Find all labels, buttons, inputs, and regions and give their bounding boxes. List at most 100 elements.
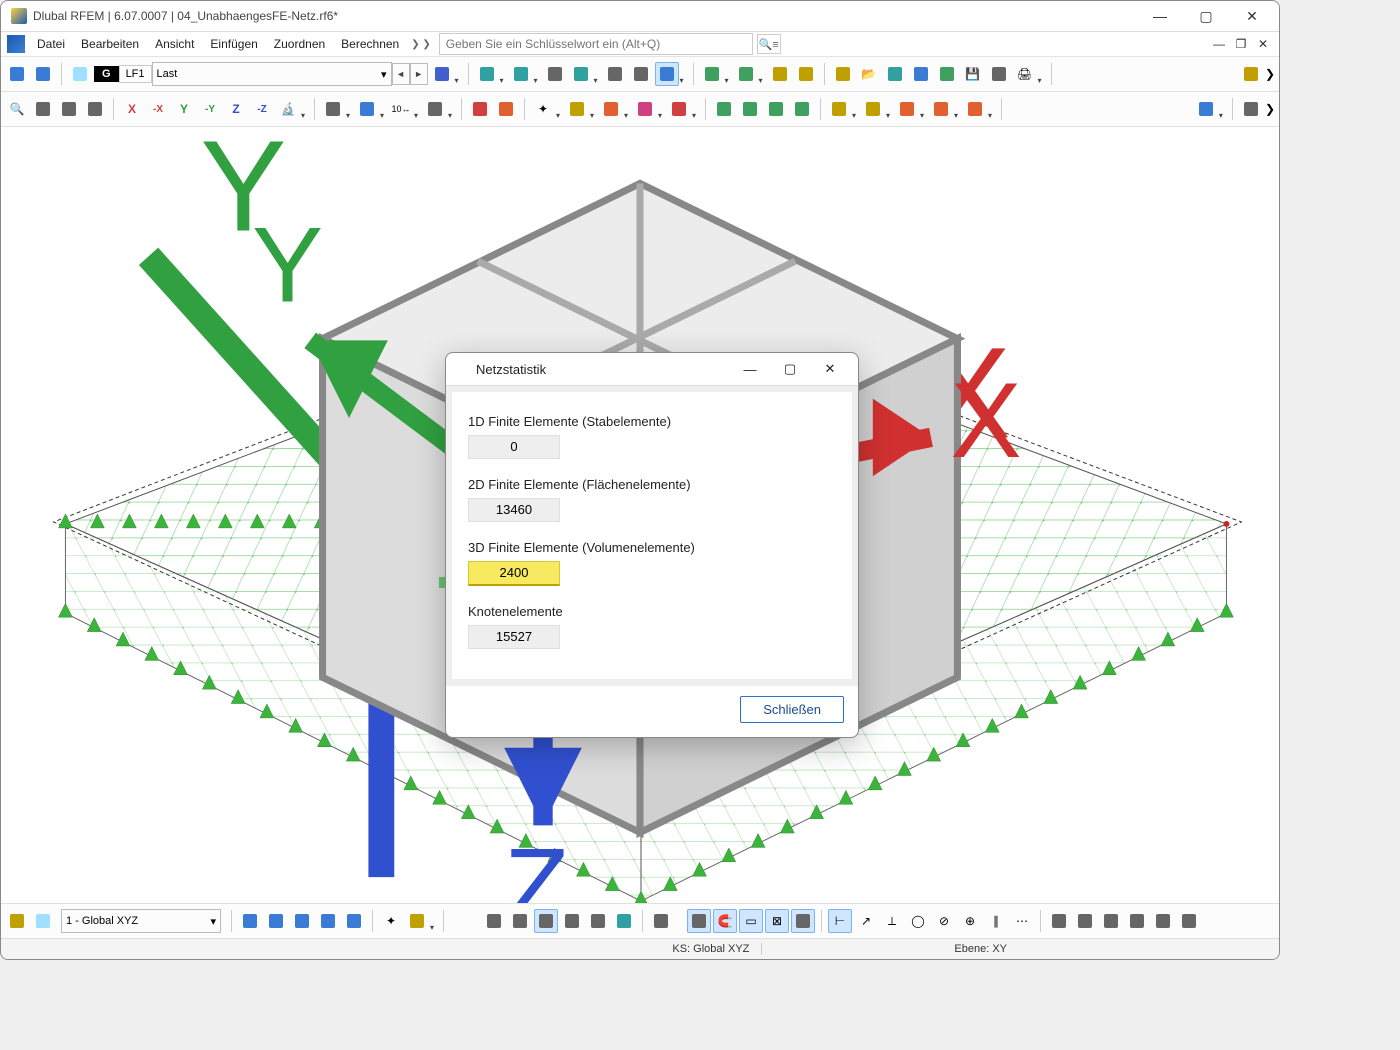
tb-spark5-icon[interactable] xyxy=(667,97,691,121)
bt-guide1-icon[interactable] xyxy=(1047,909,1071,933)
bt-guide6-icon[interactable] xyxy=(1177,909,1201,933)
tb-layers-icon[interactable] xyxy=(768,62,792,86)
tb-render-mode-icon[interactable] xyxy=(655,62,679,86)
search-input[interactable] xyxy=(439,33,753,55)
tb-copy2-icon[interactable] xyxy=(861,97,885,121)
tb-results-smooth-icon[interactable] xyxy=(569,62,593,86)
loadcase-combo[interactable]: Last▾ xyxy=(152,62,392,86)
tb-cloud-icon[interactable] xyxy=(883,62,907,86)
tb-axis-z-icon[interactable]: Z xyxy=(224,97,248,121)
tb-filter-icon[interactable] xyxy=(1194,97,1218,121)
menu-overflow-icon[interactable]: ❯ ❯ xyxy=(407,39,435,50)
coordinate-system-combo[interactable]: 1 - Global XYZ▾ xyxy=(61,909,221,933)
bt-snap-ext-icon[interactable]: ⋯ xyxy=(1010,909,1034,933)
tb-sup4-icon[interactable] xyxy=(790,97,814,121)
tb-box-icon[interactable] xyxy=(629,62,653,86)
maximize-button[interactable]: ▢ xyxy=(1183,1,1229,31)
tb-open-icon[interactable]: 📂 xyxy=(857,62,881,86)
bt-snap-para-icon[interactable]: ∥ xyxy=(984,909,1008,933)
tb-axis-nz-icon[interactable]: -Z xyxy=(250,97,274,121)
tb-copy4-icon[interactable] xyxy=(929,97,953,121)
tb-view-shade-icon[interactable] xyxy=(734,62,758,86)
close-button[interactable]: ✕ xyxy=(1229,1,1275,31)
app-menu-icon[interactable] xyxy=(7,35,25,53)
bt-snap-angle-icon[interactable] xyxy=(649,909,673,933)
toolbar-overflow-icon[interactable]: ❯ xyxy=(1265,102,1275,116)
tb-mesh-red-icon[interactable] xyxy=(468,97,492,121)
tb-results-xx-icon[interactable] xyxy=(509,62,533,86)
mdi-close-button[interactable]: ✕ xyxy=(1255,37,1271,51)
menu-edit[interactable]: Bearbeiten xyxy=(73,34,147,54)
tb-sup3-icon[interactable] xyxy=(764,97,788,121)
bt-snap-rect-icon[interactable]: ▭ xyxy=(739,909,763,933)
bt-guide5-icon[interactable] xyxy=(1151,909,1175,933)
viewport-3d[interactable]: X Y Z -Y -X X Y Z Netzstatistik — ▢ xyxy=(1,127,1279,903)
loadcase-id[interactable]: LF1 xyxy=(119,65,152,83)
toolbar-overflow-icon[interactable]: ❯ xyxy=(1265,67,1275,81)
loadcase-prev-button[interactable]: ◄ xyxy=(392,63,410,85)
tb-member-load-icon[interactable] xyxy=(31,62,55,86)
menu-assign[interactable]: Zuordnen xyxy=(266,34,333,54)
tb-nodal-load-icon[interactable] xyxy=(5,62,29,86)
bt-snap-mid-icon[interactable]: ↗ xyxy=(854,909,878,933)
bt-snap-int-icon[interactable]: ⊕ xyxy=(958,909,982,933)
bt-e-icon[interactable] xyxy=(342,909,366,933)
bt-grid2-icon[interactable] xyxy=(508,909,532,933)
tb-dim-icon[interactable]: 10↔ xyxy=(389,97,413,121)
tb-view-eye-icon[interactable] xyxy=(700,62,724,86)
tb-new-icon[interactable] xyxy=(831,62,855,86)
tb-zoom-icon[interactable]: 🔍 xyxy=(5,97,29,121)
tb-spark3-icon[interactable] xyxy=(599,97,623,121)
tb-select-arrow-icon[interactable] xyxy=(1239,62,1263,86)
tb-mesh-orange-icon[interactable] xyxy=(494,97,518,121)
tb-grid-icon[interactable] xyxy=(1239,97,1263,121)
dialog-close-action-button[interactable]: Schließen xyxy=(740,696,844,723)
bt-b-icon[interactable] xyxy=(264,909,288,933)
tb-sup1-icon[interactable] xyxy=(712,97,736,121)
tb-spark1-icon[interactable]: ✦ xyxy=(531,97,555,121)
bt-snap1-icon[interactable] xyxy=(687,909,711,933)
tb-axis-ny-icon[interactable]: -Y xyxy=(198,97,222,121)
tb-box3d-icon[interactable] xyxy=(31,97,55,121)
bt-grid5-icon[interactable] xyxy=(586,909,610,933)
tb-copy1-icon[interactable] xyxy=(827,97,851,121)
menu-insert[interactable]: Einfügen xyxy=(202,34,265,54)
tb-sup2-icon[interactable] xyxy=(738,97,762,121)
bt-spark2-icon[interactable] xyxy=(405,909,429,933)
loadcase-group[interactable]: G xyxy=(94,66,119,82)
bt-snap-grid-icon[interactable] xyxy=(791,909,815,933)
dialog-minimize-button[interactable]: — xyxy=(730,362,770,377)
bt-snap-perp-icon[interactable]: ⟂ xyxy=(880,909,904,933)
tb-loads-flag-icon[interactable] xyxy=(430,62,454,86)
tb-copy3-icon[interactable] xyxy=(895,97,919,121)
bt-guide2-icon[interactable] xyxy=(1073,909,1097,933)
bt-d-icon[interactable] xyxy=(316,909,340,933)
mdi-restore-button[interactable]: ❐ xyxy=(1233,37,1249,51)
tb-axis-nx-icon[interactable]: -X xyxy=(146,97,170,121)
tb-surfaces-icon[interactable] xyxy=(794,62,818,86)
tb-spark2-icon[interactable] xyxy=(565,97,589,121)
bt-grid3-icon[interactable] xyxy=(534,909,558,933)
dialog-close-button[interactable]: ✕ xyxy=(810,361,850,377)
menu-calculate[interactable]: Berechnen xyxy=(333,34,407,54)
dialog-maximize-button[interactable]: ▢ xyxy=(770,361,810,377)
tb-iso-icon[interactable] xyxy=(83,97,107,121)
menu-file[interactable]: Datei xyxy=(29,34,73,54)
bt-a-icon[interactable] xyxy=(238,909,262,933)
tb-color-swatch[interactable] xyxy=(68,62,92,86)
bt-grid1-icon[interactable] xyxy=(482,909,506,933)
tb-results-u-icon[interactable] xyxy=(475,62,499,86)
tb-face-icon[interactable] xyxy=(57,97,81,121)
tb-print-icon[interactable]: 🖨 xyxy=(1013,62,1037,86)
tb-copy5-icon[interactable] xyxy=(963,97,987,121)
bt-c-icon[interactable] xyxy=(290,909,314,933)
tb-results-val-icon[interactable] xyxy=(543,62,567,86)
bt-spark-icon[interactable]: ✦ xyxy=(379,909,403,933)
mdi-minimize-button[interactable]: — xyxy=(1211,37,1227,51)
tb-hatch-icon[interactable] xyxy=(423,97,447,121)
tb-microscope-icon[interactable]: 🔬 xyxy=(276,97,300,121)
bt-guide3-icon[interactable] xyxy=(1099,909,1123,933)
bt-snap-end-icon[interactable]: ⊢ xyxy=(828,909,852,933)
tb-spark4-icon[interactable] xyxy=(633,97,657,121)
tb-plane-icon[interactable] xyxy=(355,97,379,121)
